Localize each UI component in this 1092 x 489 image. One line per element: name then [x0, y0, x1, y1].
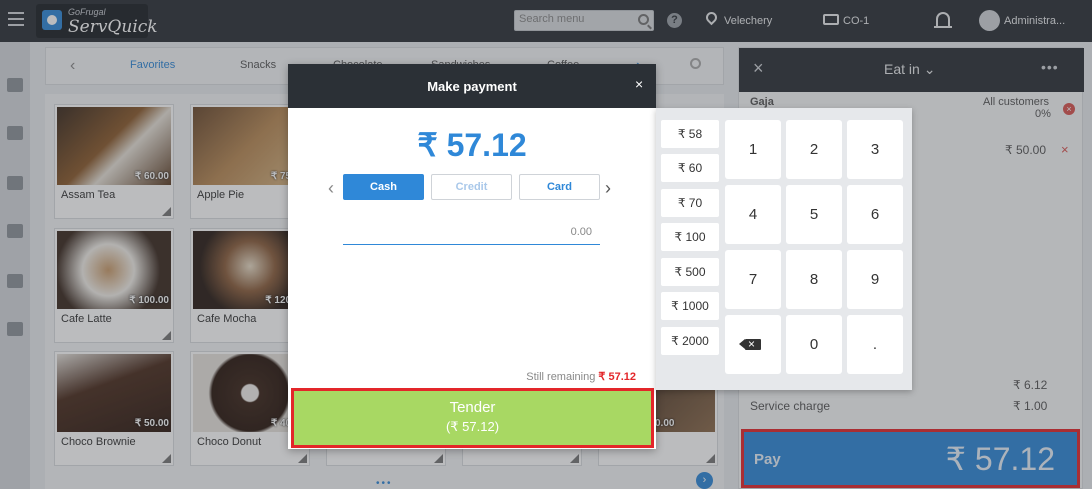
tender-label: Tender [449, 399, 496, 416]
remaining-label: Still remaining [526, 371, 596, 383]
backspace-key[interactable] [725, 315, 781, 374]
key-7[interactable]: 7 [725, 250, 781, 309]
remaining-amount: Still remaining ₹ 57.12 [526, 370, 636, 383]
tender-amount-input[interactable] [343, 219, 600, 245]
denomination-button[interactable]: ₹ 100 [661, 223, 719, 251]
denomination-button[interactable]: ₹ 2000 [661, 327, 719, 355]
key-3[interactable]: 3 [847, 120, 903, 179]
denomination-button[interactable]: ₹ 70 [661, 189, 719, 217]
key-2[interactable]: 2 [786, 120, 842, 179]
mode-cash-button[interactable]: Cash [343, 174, 424, 200]
mode-credit-button[interactable]: Credit [431, 174, 512, 200]
remaining-value: ₹ 57.12 [598, 371, 636, 383]
mode-next-icon[interactable]: › [605, 178, 611, 199]
denomination-button[interactable]: ₹ 500 [661, 258, 719, 286]
close-icon[interactable]: × [635, 76, 643, 92]
key-9[interactable]: 9 [847, 250, 903, 309]
mode-card-button[interactable]: Card [519, 174, 600, 200]
key-5[interactable]: 5 [786, 185, 842, 244]
denomination-button[interactable]: ₹ 60 [661, 154, 719, 182]
key-8[interactable]: 8 [786, 250, 842, 309]
key-0[interactable]: 0 [786, 315, 842, 374]
modal-header: Make payment × [288, 64, 656, 108]
denomination-button[interactable]: ₹ 1000 [661, 292, 719, 320]
key-4[interactable]: 4 [725, 185, 781, 244]
modal-title: Make payment [427, 79, 517, 94]
mode-prev-icon[interactable]: ‹ [328, 178, 334, 199]
key-6[interactable]: 6 [847, 185, 903, 244]
tender-button[interactable]: Tender (₹ 57.12) [291, 388, 654, 448]
backspace-icon [739, 336, 761, 352]
key-1[interactable]: 1 [725, 120, 781, 179]
payment-amount: ₹ 57.12 [417, 127, 527, 163]
key-decimal[interactable]: . [847, 315, 903, 374]
payment-modal: Make payment × ₹ 57.12 ‹ Cash Credit Car… [288, 64, 656, 449]
denomination-button[interactable]: ₹ 58 [661, 120, 719, 148]
tender-amount: (₹ 57.12) [445, 419, 500, 434]
keypad-panel: ₹ 58 ₹ 60 ₹ 70 ₹ 100 ₹ 500 ₹ 1000 ₹ 2000… [656, 108, 912, 390]
